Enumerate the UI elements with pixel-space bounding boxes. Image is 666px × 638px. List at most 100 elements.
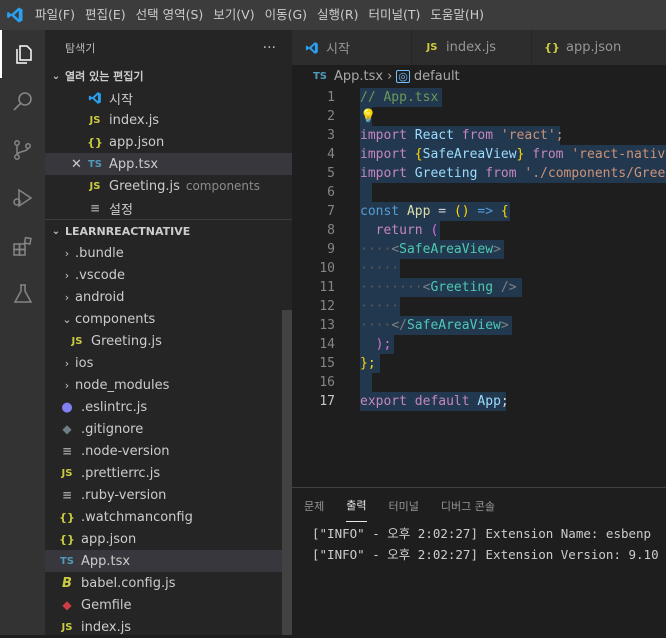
folder-label: node_modules: [75, 377, 170, 393]
open-editor-item-active[interactable]: ✕ TS App.tsx: [45, 153, 292, 175]
json-file-icon: {}: [59, 532, 75, 546]
settings-file-icon: ≡: [89, 201, 101, 215]
file-label: Greeting.js: [91, 333, 162, 349]
testing-flask-icon[interactable]: [0, 270, 45, 318]
menu-view[interactable]: 보기(V): [208, 0, 259, 30]
folder-label: .vscode: [75, 267, 125, 283]
open-editor-item[interactable]: ≡ 설정: [45, 197, 292, 219]
search-icon[interactable]: [0, 78, 45, 126]
text-file-icon: ≡: [61, 488, 73, 502]
folder-item[interactable]: › android: [45, 286, 292, 308]
code-line-current: 17 export default App;: [319, 394, 509, 409]
extensions-icon[interactable]: [0, 222, 45, 270]
file-item[interactable]: {} .watchmanconfig: [45, 506, 292, 528]
file-item[interactable]: Bbabel.config.js: [45, 572, 292, 594]
json-file-icon: {}: [87, 135, 103, 149]
project-section[interactable]: ⌄ LEARNREACTNATIVE: [45, 219, 292, 242]
open-editor-item[interactable]: {} app.json: [45, 131, 292, 153]
sidebar-scrollbar[interactable]: [282, 310, 292, 635]
code-editor[interactable]: 1 // App.tsx 2 💡 3 import React from 're…: [292, 87, 666, 487]
breadcrumb-symbol[interactable]: default: [414, 69, 460, 84]
file-label: Gemfile: [81, 597, 132, 613]
code-line: 12 ·····: [319, 299, 400, 314]
json-file-icon: {}: [544, 41, 560, 54]
menu-run[interactable]: 실행(R): [312, 0, 363, 30]
vscode-logo-icon: [0, 0, 30, 30]
menu-terminal[interactable]: 터미널(T): [364, 0, 426, 30]
bottom-panel: 문제 출력 터미널 디버그 콘솔 ["INFO" - 오후 2:02:27] E…: [292, 487, 666, 635]
vscode-logo-icon: [304, 40, 320, 56]
tab-terminal[interactable]: 터미널: [389, 490, 419, 522]
menu-help[interactable]: 도움말(H): [425, 0, 489, 30]
run-debug-icon[interactable]: [0, 174, 45, 222]
text-file-icon: ≡: [61, 444, 73, 458]
tab-index-js[interactable]: JS index.js: [412, 30, 532, 65]
menu-file[interactable]: 파일(F): [30, 0, 80, 30]
vscode-logo-icon: [87, 90, 103, 106]
typescript-file-icon: TS: [59, 555, 75, 567]
file-item[interactable]: ◆ Gemfile: [45, 594, 292, 616]
babel-file-icon: B: [62, 575, 72, 591]
open-editor-label: app.json: [109, 134, 165, 150]
folder-item[interactable]: › .vscode: [45, 264, 292, 286]
code-line: 5 import Greeting from './components/Gre…: [327, 166, 666, 181]
close-icon[interactable]: ✕: [71, 157, 87, 172]
folder-item[interactable]: › ios: [45, 352, 292, 374]
tab-label: app.json: [566, 40, 622, 55]
file-item[interactable]: ◆ .gitignore: [45, 418, 292, 440]
chevron-right-icon: ›: [64, 246, 70, 260]
open-editor-label: Greeting.js: [109, 178, 180, 194]
folder-item[interactable]: › node_modules: [45, 374, 292, 396]
source-control-icon[interactable]: [0, 126, 45, 174]
javascript-file-icon: JS: [89, 180, 101, 192]
file-item[interactable]: ● .eslintrc.js: [45, 396, 292, 418]
breadcrumb-file[interactable]: App.tsx: [334, 69, 383, 84]
file-label: .node-version: [81, 443, 170, 459]
explorer-title: 탐색기: [65, 41, 96, 55]
javascript-file-icon: JS: [426, 42, 438, 53]
code-line: 6: [327, 185, 335, 200]
code-line: 15 };: [319, 356, 376, 371]
lightbulb-icon[interactable]: 💡: [360, 107, 376, 126]
tab-welcome[interactable]: 시작: [292, 30, 412, 65]
javascript-file-icon: JS: [71, 335, 83, 347]
open-editor-desc: components: [185, 179, 260, 193]
file-item[interactable]: JS Greeting.js: [45, 330, 292, 352]
tab-label: 시작: [326, 42, 350, 57]
file-label: .prettierrc.js: [81, 465, 161, 481]
file-item[interactable]: JS .prettierrc.js: [45, 462, 292, 484]
more-actions-icon[interactable]: ···: [263, 40, 276, 56]
file-label: .gitignore: [81, 421, 144, 437]
folder-item-expanded[interactable]: ⌄ components: [45, 308, 292, 330]
file-item-active[interactable]: TS App.tsx: [45, 550, 292, 572]
code-line: 11 ········<Greeting />: [319, 280, 517, 295]
open-editors-section[interactable]: ⌄ 열려 있는 편집기: [45, 65, 292, 87]
typescript-file-icon: TS: [312, 70, 328, 82]
tab-output[interactable]: 출력: [346, 489, 367, 522]
panel-tabs: 문제 출력 터미널 디버그 콘솔: [292, 488, 666, 523]
file-label: app.json: [81, 531, 137, 547]
file-item[interactable]: {} app.json: [45, 528, 292, 550]
explorer-icon[interactable]: [0, 30, 45, 78]
project-title: LEARNREACTNATIVE: [65, 224, 191, 238]
open-editor-item[interactable]: JS index.js: [45, 109, 292, 131]
breadcrumb: TS App.tsx › ◎ default: [292, 65, 666, 87]
git-file-icon: ◆: [62, 422, 72, 436]
menu-selection[interactable]: 선택 영역(S): [131, 0, 209, 30]
open-editor-item[interactable]: 시작: [45, 87, 292, 109]
tab-app-json[interactable]: {} app.json: [532, 30, 666, 65]
code-line: 10 ·····: [319, 261, 400, 276]
open-editor-label: 설정: [109, 202, 133, 218]
output-line: ["INFO" - 오후 2:02:27] Extension Version:…: [312, 547, 659, 562]
folder-item[interactable]: › .bundle: [45, 242, 292, 264]
tab-debug-console[interactable]: 디버그 콘솔: [441, 490, 495, 522]
folder-label: .bundle: [75, 245, 124, 261]
menu-edit[interactable]: 편집(E): [80, 0, 131, 30]
tab-problems[interactable]: 문제: [304, 490, 324, 522]
menu-go[interactable]: 이동(G): [260, 0, 312, 30]
open-editor-item[interactable]: JS Greeting.js components: [45, 175, 292, 197]
chevron-down-icon: ⌄: [62, 312, 72, 326]
file-item[interactable]: ≡ .node-version: [45, 440, 292, 462]
editor-tabs: 시작 JS index.js {} app.json: [292, 30, 666, 65]
file-item[interactable]: ≡ .ruby-version: [45, 484, 292, 506]
